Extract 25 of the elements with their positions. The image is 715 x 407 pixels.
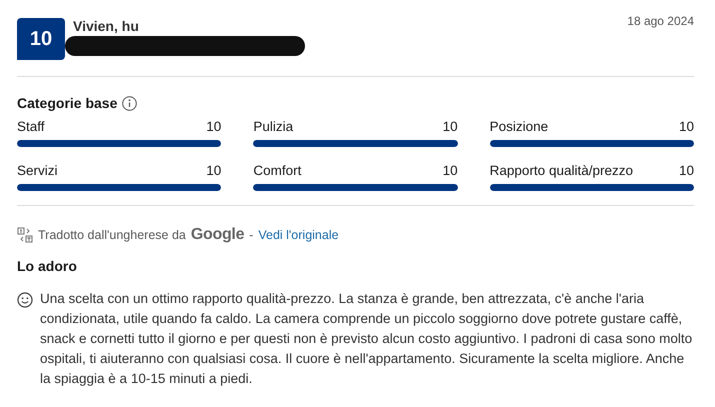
review-text: Una scelta con un ottimo rapporto qualità-prezzo. La stanza è grande, ben attrezzata, c'è anche l'aria condizionata, utile quando fa caldo. La camera comprende un piccolo soggiorno dove potrete gustare caffè, snack e cornetti tutto il giorno e per questi non è previsto alcun costo aggiuntivo. I padroni di casa sono molto ospitali, ti aiuteranno con qualsiasi cosa. Il cuore è nell'appartamento. Sicuramente la scelta migliore. Anche la spiaggia è a 10-15 minuti a piedi. bbox=[40, 290, 694, 388]
separator: - bbox=[249, 228, 254, 242]
category-score: 10 bbox=[678, 119, 694, 134]
category-score: 10 bbox=[678, 163, 694, 178]
google-wordmark: Google bbox=[190, 226, 244, 244]
category-score: 10 bbox=[442, 163, 458, 178]
reviewer-name: Vivien, hu bbox=[73, 18, 140, 34]
category-label: Pulizia bbox=[253, 119, 294, 134]
original-link[interactable]: Vedi l'originale bbox=[258, 228, 339, 242]
category-score: 10 bbox=[442, 119, 458, 134]
section-title: Categorie base bbox=[17, 95, 118, 111]
category-score: 10 bbox=[206, 119, 222, 134]
review-date: 18 ago 2024 bbox=[627, 14, 694, 28]
category-score: 10 bbox=[206, 163, 222, 178]
category-label: Rapporto qualità/prezzo bbox=[490, 163, 633, 178]
translate-icon bbox=[17, 227, 33, 243]
category-label: Staff bbox=[17, 119, 45, 134]
smiley-icon bbox=[17, 292, 33, 308]
translation-note: Tradotto dall'ungherese da bbox=[38, 228, 186, 242]
category-label: Posizione bbox=[490, 119, 548, 134]
info-icon[interactable] bbox=[122, 96, 138, 110]
category-label: Comfort bbox=[253, 163, 302, 178]
score-badge: 10 bbox=[17, 18, 65, 60]
category-label: Servizi bbox=[17, 163, 58, 178]
review-title: Lo adoro bbox=[17, 258, 78, 274]
